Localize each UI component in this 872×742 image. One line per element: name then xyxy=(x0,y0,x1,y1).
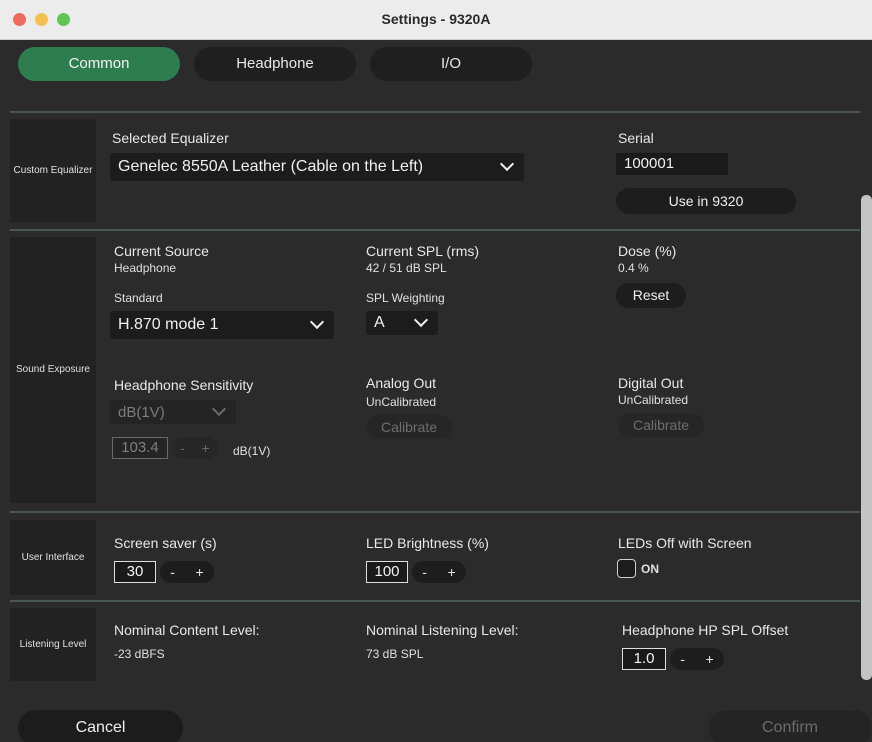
nominal-content-label: Nominal Content Level: xyxy=(114,622,260,638)
serial-field[interactable]: 100001 xyxy=(616,153,728,175)
current-spl-label: Current SPL (rms) xyxy=(366,243,480,259)
nominal-listening-label: Nominal Listening Level: xyxy=(366,622,519,638)
screen-saver-field[interactable]: 30 xyxy=(114,561,156,583)
section-label-listening-level: Listening Level xyxy=(10,608,96,681)
section-divider xyxy=(10,111,860,113)
tab-common[interactable]: Common xyxy=(18,47,180,81)
hp-spl-offset-field[interactable]: 1.0 xyxy=(622,648,666,670)
hp-spl-offset-stepper[interactable]: - + xyxy=(670,648,724,670)
chevron-down-icon xyxy=(309,314,325,330)
sensitivity-unit-value: dB(1V) xyxy=(118,403,165,421)
equalizer-select[interactable]: Genelec 8550A Leather (Cable on the Left… xyxy=(110,153,524,181)
led-brightness-field[interactable]: 100 xyxy=(366,561,408,583)
window-title: Settings - 9320A xyxy=(381,11,491,27)
digital-calibrate-button[interactable]: Calibrate xyxy=(618,413,704,437)
vertical-scrollbar[interactable] xyxy=(861,195,872,680)
current-source-value: Headphone xyxy=(114,261,177,275)
chevron-down-icon xyxy=(413,312,429,328)
screen-saver-label: Screen saver (s) xyxy=(114,535,217,551)
title-bar: Settings - 9320A xyxy=(0,0,872,40)
sensitivity-value-field[interactable]: 103.4 xyxy=(112,437,168,459)
stepper-minus[interactable]: - xyxy=(180,440,185,456)
sensitivity-unit-select[interactable]: dB(1V) xyxy=(110,400,236,424)
headphone-sensitivity-label: Headphone Sensitivity xyxy=(114,377,254,393)
analog-calibrate-button[interactable]: Calibrate xyxy=(366,415,452,439)
tab-headphone[interactable]: Headphone xyxy=(194,47,356,81)
digital-out-status: UnCalibrated xyxy=(618,393,689,407)
digital-out-label: Digital Out xyxy=(618,375,684,391)
serial-label: Serial xyxy=(618,130,654,146)
cancel-button[interactable]: Cancel xyxy=(18,710,183,742)
selected-equalizer-label: Selected Equalizer xyxy=(112,130,229,146)
led-brightness-stepper[interactable]: - + xyxy=(412,561,466,583)
stepper-minus[interactable]: - xyxy=(422,564,427,580)
standard-label: Standard xyxy=(114,291,163,305)
stepper-plus[interactable]: + xyxy=(202,440,210,456)
sensitivity-unit-label: dB(1V) xyxy=(233,444,271,458)
spl-weighting-select[interactable]: A xyxy=(366,311,438,335)
analog-out-label: Analog Out xyxy=(366,375,437,391)
leds-off-checkbox[interactable] xyxy=(617,559,636,578)
stepper-plus[interactable]: + xyxy=(706,651,714,667)
analog-out-status: UnCalibrated xyxy=(366,395,437,409)
equalizer-select-value: Genelec 8550A Leather (Cable on the Left… xyxy=(118,158,424,175)
nominal-listening-value: 73 dB SPL xyxy=(366,647,424,661)
leds-off-value: ON xyxy=(641,562,659,576)
spl-weighting-label: SPL Weighting xyxy=(366,291,445,305)
sensitivity-stepper[interactable]: - + xyxy=(172,437,218,459)
section-divider xyxy=(10,511,860,513)
standard-select[interactable]: H.870 mode 1 xyxy=(110,311,334,339)
chevron-down-icon xyxy=(499,156,515,172)
leds-off-label: LEDs Off with Screen xyxy=(618,535,752,551)
stepper-plus[interactable]: + xyxy=(196,564,204,580)
dose-label: Dose (%) xyxy=(618,243,677,259)
led-brightness-label: LED Brightness (%) xyxy=(366,535,489,551)
section-divider xyxy=(10,600,860,602)
section-label-user-interface: User Interface xyxy=(10,520,96,595)
section-label-custom-equalizer: Custom Equalizer xyxy=(10,119,96,222)
reset-button[interactable]: Reset xyxy=(616,283,686,308)
use-in-9320-button[interactable]: Use in 9320 xyxy=(616,188,796,214)
nominal-content-value: -23 dBFS xyxy=(114,647,165,661)
current-source-label: Current Source xyxy=(114,243,209,259)
current-spl-value: 42 / 51 dB SPL xyxy=(366,261,447,275)
screen-saver-stepper[interactable]: - + xyxy=(160,561,214,583)
spl-weighting-value: A xyxy=(374,314,385,331)
chevron-down-icon xyxy=(211,401,227,417)
standard-select-value: H.870 mode 1 xyxy=(118,316,219,333)
stepper-minus[interactable]: - xyxy=(170,564,175,580)
stepper-minus[interactable]: - xyxy=(680,651,685,667)
stepper-plus[interactable]: + xyxy=(448,564,456,580)
confirm-button[interactable]: Confirm xyxy=(708,710,872,742)
section-label-sound-exposure: Sound Exposure xyxy=(10,237,96,503)
dose-value: 0.4 % xyxy=(618,261,649,275)
tab-io[interactable]: I/O xyxy=(370,47,532,81)
section-divider xyxy=(10,229,860,231)
hp-spl-offset-label: Headphone HP SPL Offset xyxy=(622,622,789,638)
